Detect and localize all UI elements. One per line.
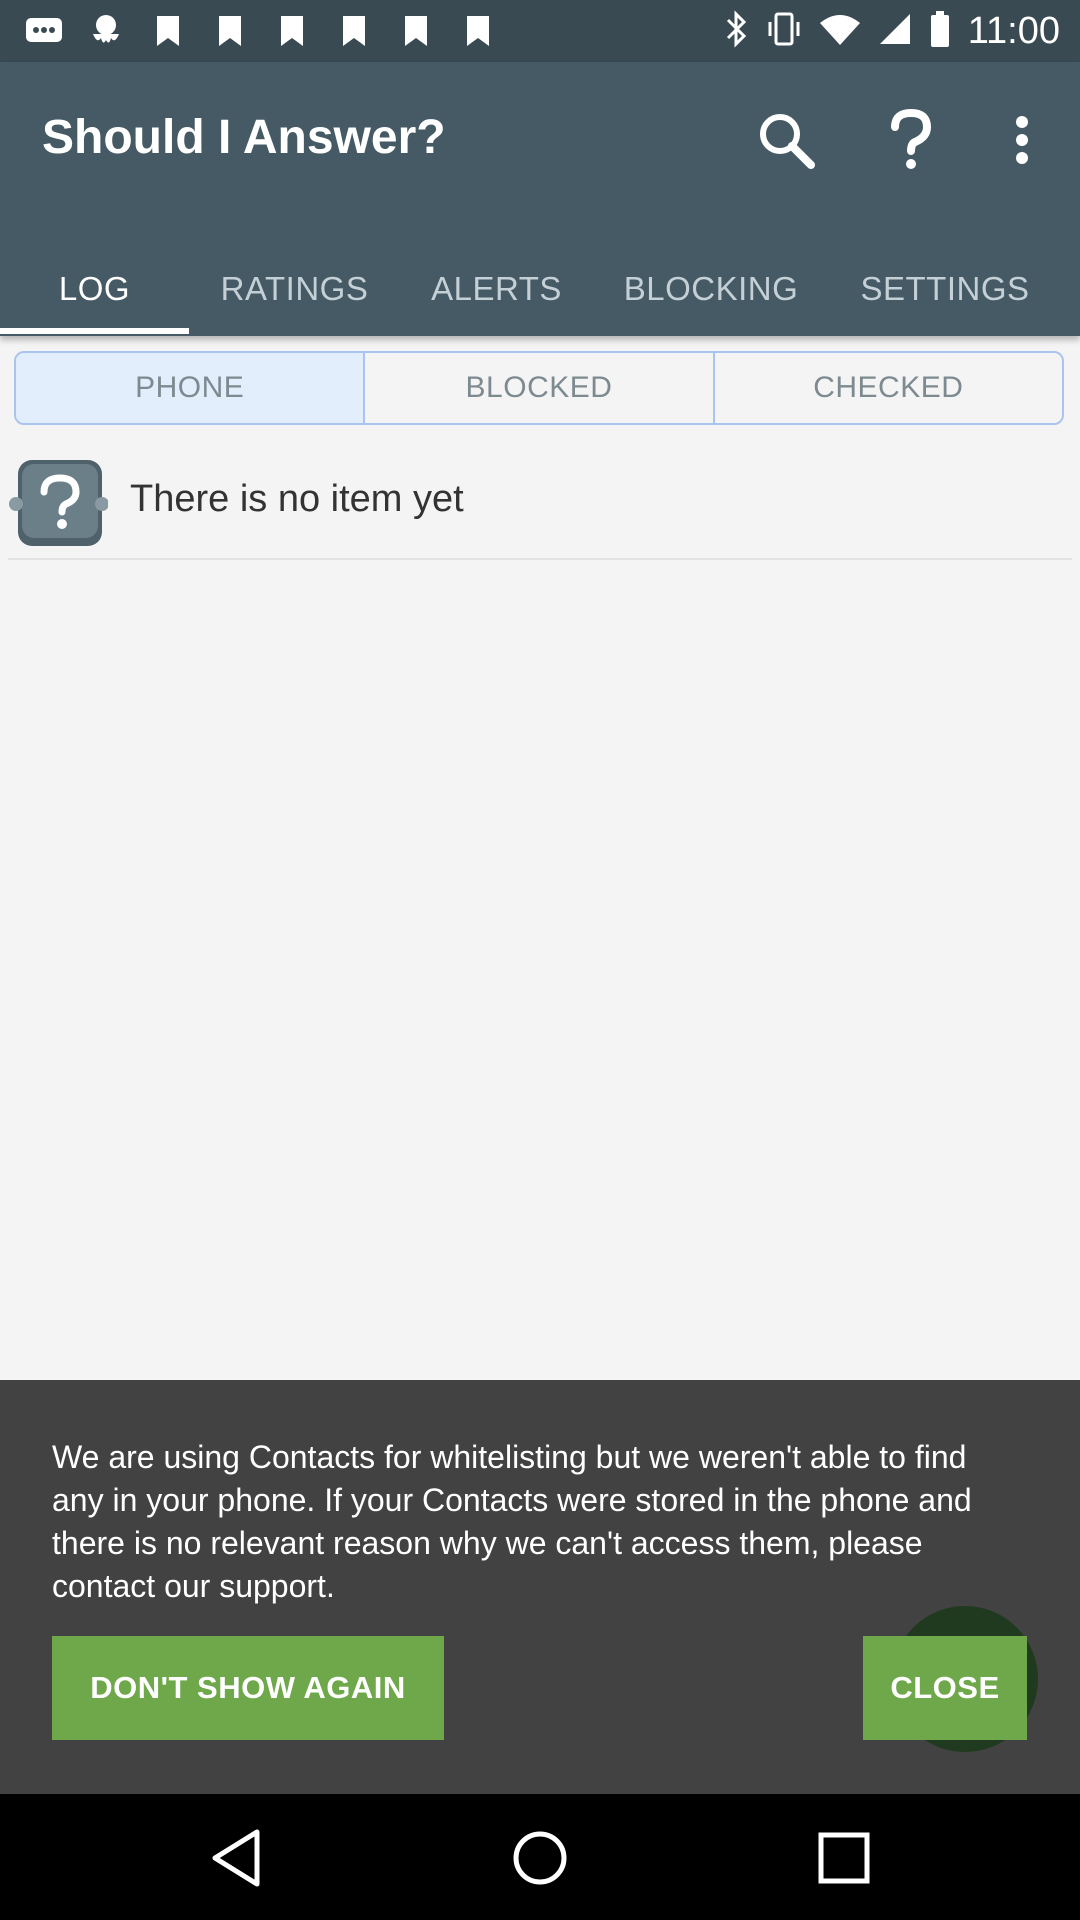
back-button[interactable] <box>206 1828 266 1888</box>
list-item: There is no item yet <box>8 440 1072 560</box>
notification-icons <box>24 12 498 50</box>
back-icon <box>212 1829 260 1887</box>
more-vert-icon <box>1016 116 1028 164</box>
bookmark-icon <box>272 12 312 50</box>
clock: 11:00 <box>967 10 1060 52</box>
home-icon <box>513 1831 567 1885</box>
search-icon <box>760 114 815 169</box>
tab-indicator <box>0 328 189 334</box>
status-bar: 11:00 <box>0 0 1080 62</box>
message-icon <box>24 12 64 50</box>
tab-log[interactable]: LOG <box>0 242 189 336</box>
bookmark-icon <box>396 12 436 50</box>
segment-phone[interactable]: PHONE <box>16 353 364 423</box>
tab-ratings[interactable]: RATINGS <box>189 242 400 336</box>
recents-button[interactable] <box>814 1828 874 1888</box>
tab-blocking[interactable]: BLOCKING <box>593 242 829 336</box>
main-tabs: LOG RATINGS ALERTS BLOCKING SETTINGS <box>0 242 1080 336</box>
app-title: Should I Answer? <box>42 111 446 164</box>
close-button[interactable]: CLOSE <box>863 1636 1027 1740</box>
dont-show-again-button[interactable]: DON'T SHOW AGAIN <box>52 1636 444 1740</box>
app-bar: Should I Answer? LOG RATINGS ALERTS BLOC… <box>0 62 1080 336</box>
tab-alerts[interactable]: ALERTS <box>400 242 593 336</box>
bluetooth-icon <box>724 10 748 53</box>
search-button[interactable] <box>746 100 826 180</box>
vibrate-icon <box>766 12 802 51</box>
log-filter-segments: PHONE BLOCKED CHECKED <box>14 351 1064 425</box>
bookmark-icon <box>458 12 498 50</box>
snackbar-message: We are using Contacts for whitelisting b… <box>52 1439 972 1604</box>
battery-icon <box>930 11 950 52</box>
help-button[interactable] <box>871 100 951 180</box>
more-options-button[interactable] <box>982 100 1062 180</box>
segment-checked[interactable]: CHECKED <box>712 353 1062 423</box>
recents-icon <box>818 1832 870 1884</box>
empty-message: There is no item yet <box>130 478 464 520</box>
segment-blocked[interactable]: BLOCKED <box>363 353 712 423</box>
home-button[interactable] <box>510 1828 570 1888</box>
octopus-icon <box>86 12 126 50</box>
navigation-bar <box>0 1794 1080 1920</box>
bookmark-icon <box>210 12 250 50</box>
help-icon <box>891 109 932 169</box>
bookmark-icon <box>334 12 374 50</box>
signal-icon <box>878 12 912 51</box>
contacts-snackbar: We are using Contacts for whitelisting b… <box>0 1380 1080 1794</box>
bookmark-icon <box>148 12 188 50</box>
question-app-icon <box>8 454 109 554</box>
wifi-icon <box>819 13 860 50</box>
system-icons: 11:00 <box>724 10 1060 53</box>
tab-settings[interactable]: SETTINGS <box>829 242 1061 336</box>
